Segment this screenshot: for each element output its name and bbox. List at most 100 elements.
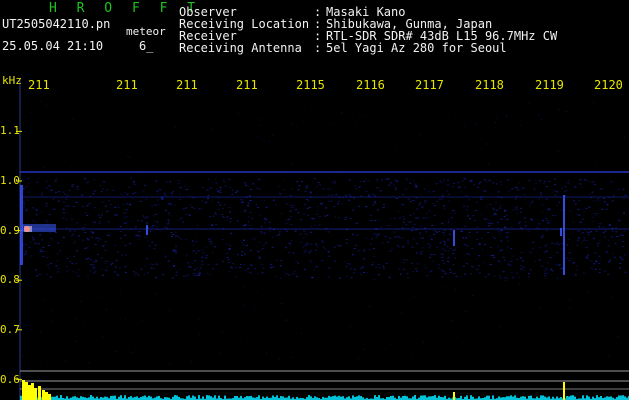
noise-speck: [439, 242, 442, 244]
noise-speck: [489, 264, 492, 265]
noise-speck: [316, 185, 319, 187]
noise-speck: [270, 264, 273, 266]
spectrum-bar: [582, 395, 584, 400]
spectrum-bar: [20, 395, 22, 400]
noise-speck: [166, 181, 168, 183]
noise-speck: [41, 250, 44, 252]
spectrum-bar: [542, 395, 544, 400]
noise-speck: [173, 204, 176, 206]
noise-speck: [260, 232, 263, 234]
noise-speck: [127, 123, 129, 125]
noise-speck: [365, 341, 367, 343]
noise-speck: [592, 217, 595, 219]
noise-speck: [47, 264, 50, 266]
noise-speck: [387, 225, 389, 227]
noise-speck: [505, 214, 508, 216]
spectrum-bar: [444, 395, 446, 400]
noise-speck: [177, 182, 180, 184]
spectrum-strip: [20, 380, 629, 400]
noise-speck: [327, 276, 330, 278]
noise-speck: [531, 200, 534, 202]
noise-speck: [546, 186, 548, 188]
noise-speck: [84, 224, 87, 226]
noise-speck: [309, 192, 312, 194]
noise-speck: [71, 235, 74, 237]
noise-speck: [169, 310, 171, 312]
noise-speck: [307, 214, 310, 216]
noise-speck: [376, 187, 379, 189]
noise-speck: [201, 260, 203, 262]
noise-speck: [68, 230, 71, 231]
noise-speck: [465, 311, 467, 312]
noise-speck: [476, 226, 479, 228]
noise-speck: [236, 220, 239, 222]
noise-speck: [130, 351, 132, 353]
noise-speck: [308, 207, 311, 208]
noise-speck: [399, 273, 402, 275]
noise-speck: [594, 268, 597, 270]
noise-speck: [129, 243, 132, 245]
noise-speck: [422, 217, 425, 219]
noise-speck: [545, 244, 548, 246]
noise-speck: [583, 272, 585, 274]
noise-speck: [519, 211, 522, 213]
noise-speck: [331, 194, 334, 196]
noise-speck: [258, 256, 261, 258]
noise-speck: [93, 179, 96, 181]
noise-speck: [524, 221, 527, 223]
noise-speck: [520, 268, 523, 270]
spectrum-bar: [478, 396, 480, 400]
noise-speck: [459, 276, 462, 278]
noise-speck: [295, 275, 298, 277]
noise-speck: [319, 184, 322, 186]
noise-speck: [564, 186, 567, 188]
noise-speck: [248, 185, 250, 187]
noise-speck: [499, 205, 502, 207]
noise-speck: [29, 242, 32, 243]
noise-speck: [71, 184, 74, 186]
noise-speck: [397, 236, 400, 238]
noise-speck: [263, 244, 265, 246]
noise-speck: [489, 180, 492, 182]
noise-speck: [72, 206, 75, 208]
noise-speck: [244, 286, 246, 287]
noise-speck: [510, 226, 513, 228]
noise-speck: [271, 246, 274, 248]
noise-speck: [348, 179, 351, 181]
noise-speck: [601, 208, 604, 210]
noise-speck: [236, 254, 239, 256]
noise-speck: [587, 292, 589, 294]
noise-speck: [155, 180, 158, 182]
noise-speck: [541, 235, 544, 237]
noise-speck: [106, 309, 107, 311]
noise-speck: [175, 245, 178, 247]
noise-speck: [360, 195, 363, 197]
spectrum-bar: [120, 395, 122, 400]
noise-speck: [540, 192, 542, 194]
noise-speck: [182, 208, 185, 210]
noise-speck: [305, 199, 308, 200]
noise-speck: [474, 220, 477, 221]
noise-speck: [20, 179, 23, 181]
noise-speck: [375, 234, 378, 235]
noise-speck: [241, 201, 244, 203]
noise-speck: [413, 213, 416, 215]
noise-speck: [488, 163, 490, 165]
noise-speck: [447, 184, 450, 186]
noise-speck: [572, 262, 575, 264]
spectrum-bar: [618, 395, 620, 400]
noise-speck: [76, 186, 79, 188]
noise-speck: [590, 231, 593, 233]
noise-speck: [425, 231, 428, 233]
spectrum-bar: [566, 396, 568, 400]
noise-speck: [455, 116, 457, 118]
noise-speck: [106, 210, 109, 212]
noise-speck: [129, 203, 131, 205]
noise-speck: [409, 214, 412, 216]
noise-speck: [187, 274, 190, 276]
noise-speck: [428, 256, 431, 258]
noise-speck: [300, 181, 303, 183]
noise-speck: [579, 179, 582, 181]
spectrum-bar: [234, 396, 236, 400]
spectrum-bar: [112, 395, 114, 400]
